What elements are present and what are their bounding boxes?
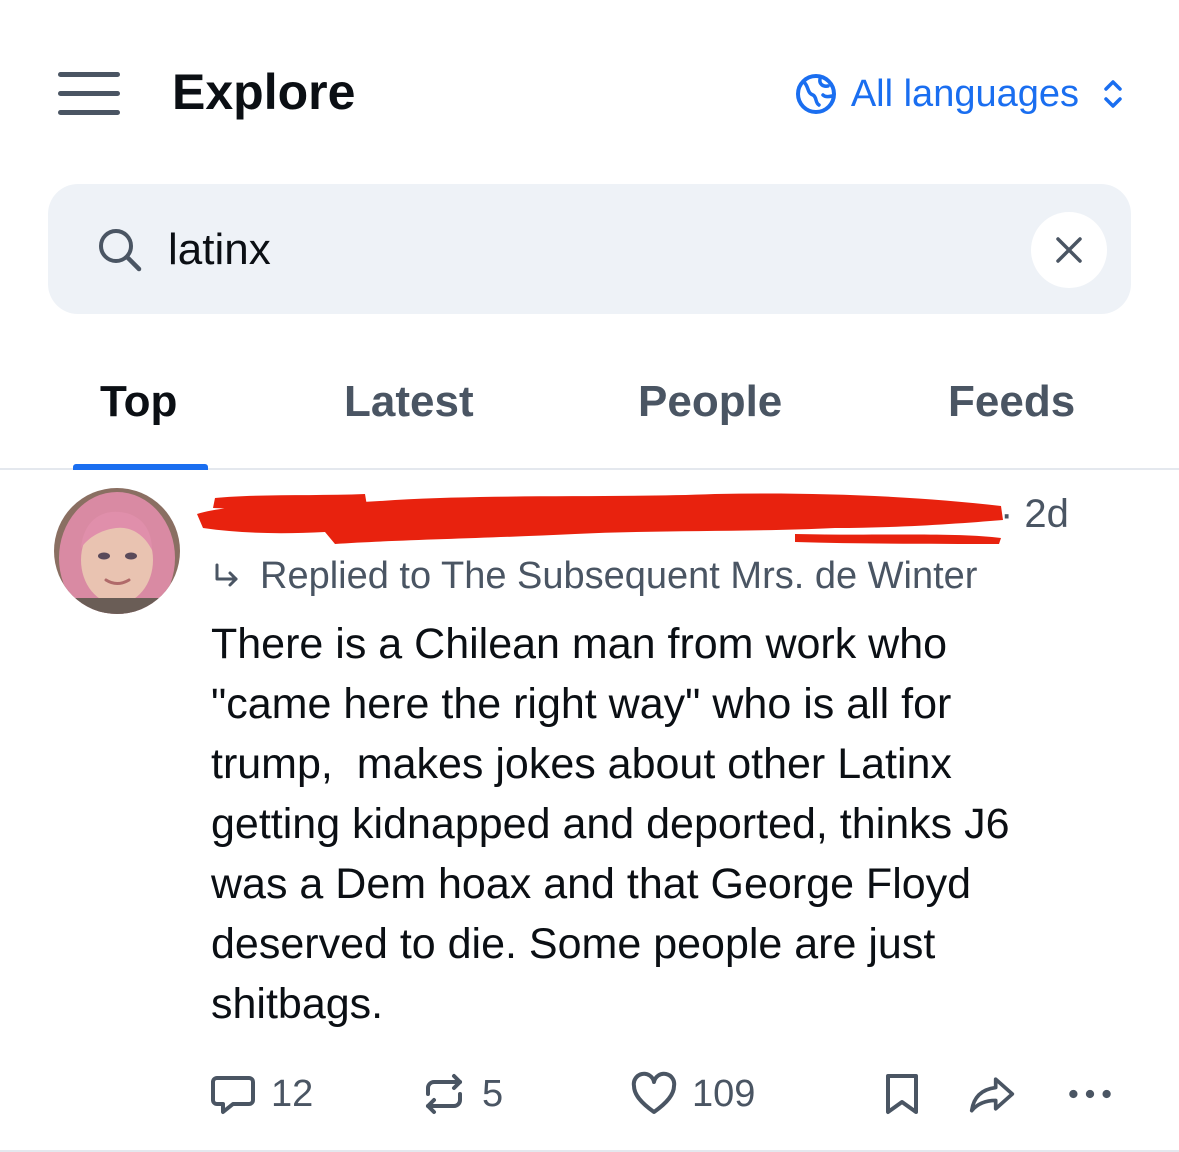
reply-count: 12 (271, 1073, 314, 1115)
close-icon (1056, 237, 1082, 263)
share-button[interactable] (968, 1066, 1016, 1122)
tab-feeds[interactable]: Feeds (948, 376, 1075, 428)
tab-top[interactable]: Top (100, 376, 177, 428)
page-title: Explore (172, 64, 356, 120)
repost-button[interactable]: 5 (420, 1066, 503, 1122)
bookmark-icon (886, 1074, 918, 1114)
more-options-button[interactable] (1066, 1066, 1114, 1122)
like-button[interactable]: 109 (630, 1066, 755, 1122)
chevron-up-down-icon (1104, 80, 1122, 108)
menu-line (58, 91, 120, 96)
replied-to-label: Replied to The Subsequent Mrs. de Winter (260, 555, 978, 597)
post-actions: 12 5 109 (0, 1066, 1179, 1122)
hamburger-menu-icon[interactable] (58, 72, 120, 116)
top-bar: Explore All languages (0, 0, 1179, 180)
comment-icon (211, 1076, 255, 1114)
redaction-mark (197, 493, 1003, 544)
search-icon (99, 229, 142, 272)
more-icon (1069, 1089, 1111, 1099)
avatar[interactable] (54, 488, 180, 614)
reply-button[interactable]: 12 (209, 1066, 313, 1122)
tab-people[interactable]: People (638, 376, 782, 428)
clear-search-button[interactable] (1031, 212, 1107, 288)
globe-icon (795, 74, 836, 114)
like-count: 109 (692, 1073, 756, 1115)
reply-arrow-icon (215, 563, 238, 587)
language-selector[interactable]: All languages (795, 70, 1125, 118)
replied-to-link[interactable]: Replied to The Subsequent Mrs. de Winter (212, 554, 977, 598)
repost-icon (426, 1074, 462, 1114)
menu-line (58, 110, 120, 115)
heart-icon (631, 1071, 677, 1114)
post-item[interactable]: · 2d Replied to The Subsequent Mrs. de W… (0, 470, 1179, 1152)
post-timestamp: · 2d (1000, 492, 1069, 536)
repost-count: 5 (482, 1073, 504, 1115)
share-icon (969, 1077, 1015, 1113)
language-label: All languages (850, 73, 1079, 115)
menu-line (58, 72, 120, 77)
search-input[interactable] (168, 222, 988, 278)
bookmark-button[interactable] (878, 1066, 926, 1122)
search-tabs: Top Latest People Feeds (0, 340, 1179, 470)
post-text: There is a Chilean man from work who "ca… (211, 620, 1010, 1028)
tab-latest[interactable]: Latest (344, 376, 474, 428)
search-bar (48, 184, 1131, 314)
